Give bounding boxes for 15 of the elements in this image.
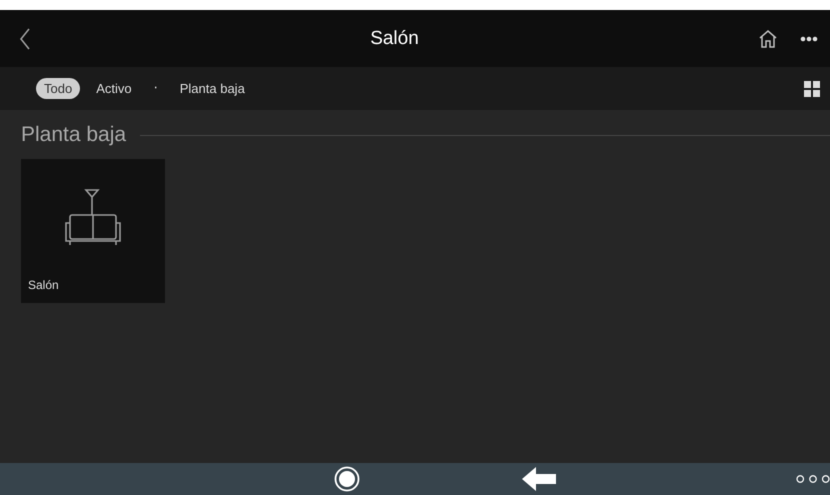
back-icon[interactable] [19,28,31,50]
filter-chip[interactable]: Activo [88,78,140,99]
room-name: Salón [28,278,59,292]
window-title: Salón [369,28,420,50]
filter-chip[interactable]: Todo [36,78,80,99]
recents-icon[interactable] [796,473,830,485]
back-arrow-icon[interactable] [522,467,556,491]
separator-dot: · [154,81,158,96]
room-card[interactable]: Salón [21,159,165,303]
floor-filter-chip[interactable]: Planta baja [172,78,253,99]
more-icon[interactable] [800,36,818,42]
grid-view-icon[interactable] [804,80,820,96]
home-icon[interactable] [758,28,778,48]
section-title: Planta baja [21,123,126,147]
home-button-icon[interactable] [334,466,360,492]
